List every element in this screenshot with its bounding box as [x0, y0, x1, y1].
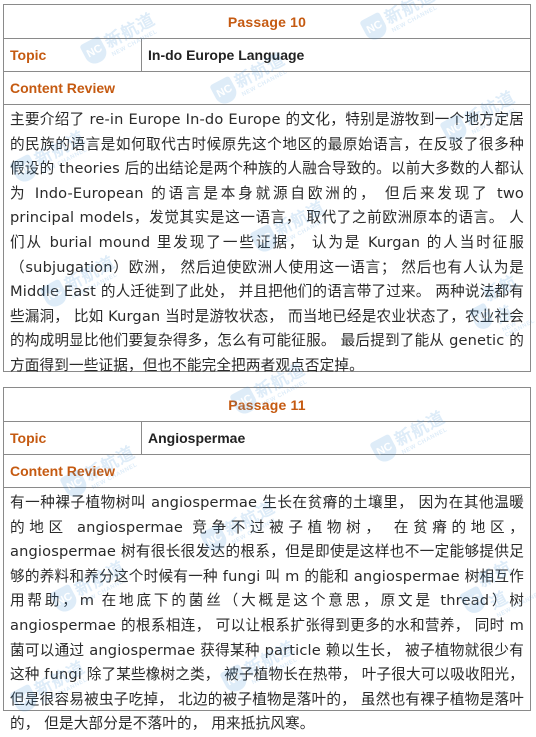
passage-title-row: Passage 11 — [4, 388, 530, 422]
content-review-text: 有一种裸子植物树叫 angiospermae 生长在贫瘠的土壤里， 因为在其他温… — [10, 494, 524, 733]
topic-label-cell: Topic — [4, 422, 142, 454]
topic-value: Angiospermae — [148, 430, 246, 446]
content-review-text: 主要介绍了 re-in Europe In-do Europe 的文化，特别是游… — [10, 111, 524, 374]
passage-title: Passage 10 — [227, 13, 307, 30]
topic-label: Topic — [10, 47, 47, 63]
topic-value-cell: In-do Europe Language — [142, 39, 530, 71]
passage-title: Passage 11 — [228, 396, 306, 413]
topic-row: Topic Angiospermae — [4, 422, 530, 455]
content-review-label: Content Review — [10, 463, 116, 479]
passage-title-row: Passage 10 — [4, 5, 530, 39]
topic-row: Topic In-do Europe Language — [4, 39, 530, 72]
content-review-label: Content Review — [10, 80, 116, 96]
passage-11-table: Passage 11 Topic Angiospermae Content Re… — [3, 387, 531, 733]
content-review-label-row: Content Review — [4, 72, 530, 105]
topic-value-cell: Angiospermae — [142, 422, 530, 454]
topic-value: In-do Europe Language — [148, 47, 305, 63]
content-review-row: 有一种裸子植物树叫 angiospermae 生长在贫瘠的土壤里， 因为在其他温… — [4, 488, 530, 733]
content-review-label-row: Content Review — [4, 455, 530, 488]
content-review-row: 主要介绍了 re-in Europe In-do Europe 的文化，特别是游… — [4, 105, 530, 374]
passage-10-table: Passage 10 Topic In-do Europe Language C… — [3, 4, 531, 374]
topic-label: Topic — [10, 430, 47, 446]
topic-label-cell: Topic — [4, 39, 142, 71]
